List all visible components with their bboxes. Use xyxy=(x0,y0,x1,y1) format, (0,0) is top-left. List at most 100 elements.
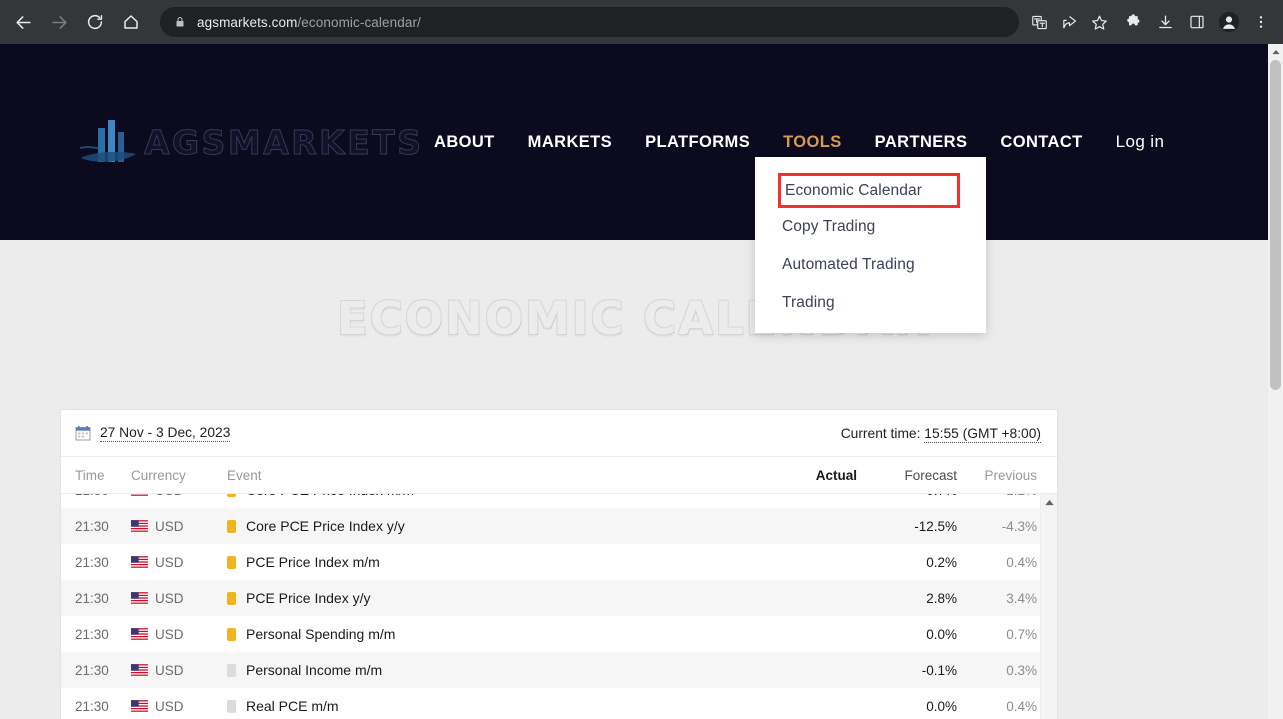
url-host: agsmarkets.com xyxy=(197,14,298,30)
cell-forecast: 0.0% xyxy=(926,626,957,642)
volatility-indicator-icon xyxy=(227,699,236,713)
cell-time: 21:30 xyxy=(75,590,109,606)
currency-code: USD xyxy=(155,626,184,642)
volatility-indicator-icon xyxy=(227,591,236,605)
column-header-event[interactable]: Event xyxy=(227,468,745,483)
cell-time: 21:30 xyxy=(75,518,109,534)
page-scrollbar[interactable] xyxy=(1268,44,1283,719)
volatility-indicator-icon xyxy=(227,494,236,497)
event-name: Real PCE m/m xyxy=(246,698,339,714)
event-name: PCE Price Index m/m xyxy=(246,554,380,570)
nav-item-about[interactable]: ABOUT xyxy=(434,133,495,152)
event-name: Personal Spending m/m xyxy=(246,626,396,642)
nav-item-markets[interactable]: MARKETS xyxy=(528,133,612,152)
login-link[interactable]: Log in xyxy=(1116,132,1165,152)
us-flag-icon xyxy=(131,520,148,532)
table-row[interactable]: 21:30USDCore PCE Price Index m/m0.7%1.2% xyxy=(61,494,1057,508)
cell-currency: USD xyxy=(131,519,227,534)
share-icon[interactable] xyxy=(1055,8,1083,36)
column-header-previous[interactable]: Previous xyxy=(957,468,1057,483)
reload-button[interactable] xyxy=(80,7,110,37)
calendar-icon xyxy=(75,426,91,441)
column-header-actual[interactable]: Actual xyxy=(745,468,857,483)
currency-code: USD xyxy=(155,590,184,606)
dropdown-item-copy-trading[interactable]: Copy Trading xyxy=(755,208,986,246)
profile-avatar[interactable] xyxy=(1215,8,1243,36)
currency-code: USD xyxy=(155,494,184,498)
nav-item-contact[interactable]: CONTACT xyxy=(1000,133,1082,152)
event-name: PCE Price Index y/y xyxy=(246,590,371,606)
dropdown-item-label: Trading xyxy=(782,294,835,311)
dropdown-item-trading[interactable]: Trading xyxy=(755,284,986,322)
bookmark-star-icon[interactable] xyxy=(1085,8,1113,36)
calendar-table-header: Time Currency Event Actual Forecast Prev… xyxy=(61,457,1057,494)
table-row[interactable]: 21:30 USD Core PCE Price Index y/y -12.5% -4… xyxy=(61,508,1057,544)
table-row[interactable]: 21:30 USD PCE Price Index m/m 0.2% 0.4% xyxy=(61,544,1057,580)
dropdown-item-economic-calendar[interactable]: Economic Calendar xyxy=(778,173,960,208)
cell-currency: USD xyxy=(131,627,227,642)
dropdown-item-automated-trading[interactable]: Automated Trading xyxy=(755,246,986,284)
cell-event: Real PCE m/m xyxy=(227,698,745,714)
cell-event: PCE Price Index m/m xyxy=(227,554,745,570)
scrollbar-thumb[interactable] xyxy=(1270,60,1281,390)
cell-forecast: 0.2% xyxy=(926,554,957,570)
cell-event: Personal Income m/m xyxy=(227,662,745,678)
column-header-currency[interactable]: Currency xyxy=(131,468,227,483)
cell-currency: USD xyxy=(131,591,227,606)
column-header-time[interactable]: Time xyxy=(75,468,131,483)
table-row[interactable]: 21:30 USD Personal Income m/m -0.1% 0.3% xyxy=(61,652,1057,688)
cell-time: 21:30 xyxy=(75,494,131,498)
side-panel-icon[interactable] xyxy=(1183,8,1211,36)
date-range-value: 27 Nov - 3 Dec, 2023 xyxy=(100,424,231,442)
cell-currency: USD xyxy=(131,494,227,498)
table-row[interactable]: 21:30 USD Personal Spending m/m 0.0% 0.7% xyxy=(61,616,1057,652)
back-button[interactable] xyxy=(8,7,38,37)
chrome-menu-icon[interactable] xyxy=(1247,8,1275,36)
dropdown-item-label: Automated Trading xyxy=(782,256,915,273)
current-time-label: Current time: xyxy=(840,425,921,441)
table-row[interactable]: 21:30 USD PCE Price Index y/y 2.8% 3.4% xyxy=(61,580,1057,616)
scroll-up-arrow-icon[interactable] xyxy=(1041,494,1057,511)
cell-time: 21:30 xyxy=(75,554,109,570)
cell-forecast: 0.0% xyxy=(926,698,957,714)
page-title: ECONOMIC CALENDAR xyxy=(337,292,931,345)
calendar-toolbar: 27 Nov - 3 Dec, 2023 Current time: 15:55… xyxy=(61,410,1057,457)
chart-bars-logo-icon xyxy=(79,120,136,162)
home-button[interactable] xyxy=(116,7,146,37)
nav-item-tools[interactable]: TOOLS xyxy=(783,133,842,152)
cell-forecast: -0.1% xyxy=(921,662,957,678)
nav-item-platforms[interactable]: PLATFORMS xyxy=(645,133,750,152)
us-flag-icon xyxy=(131,700,148,712)
event-name: Core PCE Price Index m/m xyxy=(246,494,414,498)
calendar-inner-scrollbar[interactable] xyxy=(1040,494,1057,719)
us-flag-icon xyxy=(131,628,148,640)
forward-button[interactable] xyxy=(44,7,74,37)
nav-item-partners[interactable]: PARTNERS xyxy=(875,133,968,152)
cell-forecast: 2.8% xyxy=(926,590,957,606)
url-text: agsmarkets.com/economic-calendar/ xyxy=(197,15,421,30)
table-row[interactable]: 21:30 USD Real PCE m/m 0.0% 0.4% xyxy=(61,688,1057,719)
column-header-forecast[interactable]: Forecast xyxy=(857,468,957,483)
currency-code: USD xyxy=(155,554,184,570)
cell-time: 21:30 xyxy=(75,626,109,642)
downloads-icon[interactable] xyxy=(1151,8,1179,36)
date-range-picker[interactable]: 27 Nov - 3 Dec, 2023 xyxy=(75,424,231,442)
cell-currency: USD xyxy=(131,699,227,714)
cell-currency: USD xyxy=(131,555,227,570)
us-flag-icon xyxy=(131,556,148,568)
cell-time: 21:30 xyxy=(75,662,109,678)
cell-event: Core PCE Price Index y/y xyxy=(227,518,745,534)
tools-dropdown-menu: Economic Calendar Copy Trading Automated… xyxy=(755,157,986,333)
address-bar[interactable]: agsmarkets.com/economic-calendar/ xyxy=(160,7,1019,37)
site-header: AGSMARKETS ABOUT MARKETS PLATFORMS TOOLS… xyxy=(0,44,1268,240)
url-path: /economic-calendar/ xyxy=(297,14,421,30)
scrollbar-up-arrow-icon[interactable] xyxy=(1268,44,1283,59)
current-time-value[interactable]: 15:55 (GMT +8:00) xyxy=(924,425,1041,443)
translate-icon[interactable] xyxy=(1025,8,1053,36)
page-viewport: AGSMARKETS ABOUT MARKETS PLATFORMS TOOLS… xyxy=(0,44,1268,719)
site-logo[interactable]: AGSMARKETS xyxy=(78,110,422,174)
dropdown-item-label: Copy Trading xyxy=(782,218,876,235)
extensions-icon[interactable] xyxy=(1119,8,1147,36)
dropdown-item-label: Economic Calendar xyxy=(785,181,922,199)
event-name: Personal Income m/m xyxy=(246,662,383,678)
